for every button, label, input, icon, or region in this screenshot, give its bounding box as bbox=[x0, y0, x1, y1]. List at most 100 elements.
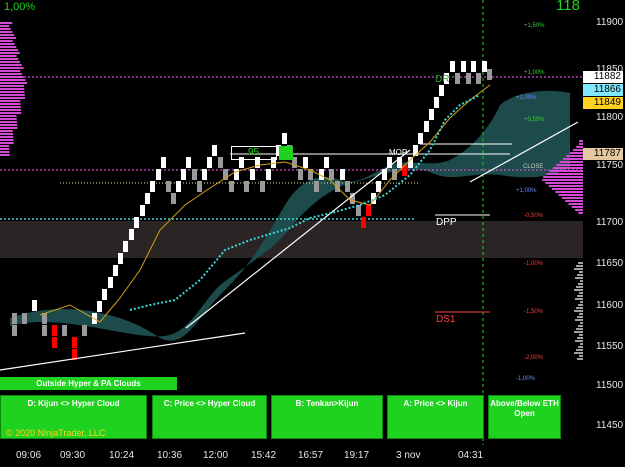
volume-profile-bar bbox=[0, 151, 10, 153]
brick-up bbox=[418, 133, 423, 144]
brick-up bbox=[250, 169, 255, 180]
time-tick: 16:57 bbox=[298, 450, 324, 461]
volume-profile-bar bbox=[561, 197, 583, 199]
time-tick: 09:06 bbox=[16, 450, 42, 461]
brick-up bbox=[202, 169, 207, 180]
volume-profile-bar bbox=[0, 112, 22, 114]
volume-profile-bar bbox=[579, 355, 583, 357]
brick-up bbox=[181, 169, 186, 180]
pct-label: +1,00% bbox=[516, 188, 537, 194]
volume-profile-bar bbox=[0, 139, 14, 141]
brick-up bbox=[376, 181, 381, 192]
volume-profile-bar bbox=[575, 298, 583, 300]
close-level-label: CLOSE bbox=[523, 164, 544, 170]
price-tick: 11450 bbox=[596, 420, 624, 431]
price-kijun-button[interactable]: A: Price <> Kijun bbox=[387, 395, 484, 439]
volume-profile-bar bbox=[569, 152, 583, 154]
price-hyper-cloud-button[interactable]: C: Price <> Hyper Cloud bbox=[152, 395, 267, 439]
time-tick: 19:17 bbox=[344, 450, 370, 461]
last-price-badge: 11882 bbox=[583, 71, 623, 83]
brick-neutral bbox=[12, 313, 17, 324]
volume-profile-bar bbox=[574, 268, 583, 270]
pct-label: +1,50% bbox=[524, 23, 545, 29]
volume-profile-bar bbox=[579, 143, 583, 145]
volume-profile-bar bbox=[575, 340, 583, 342]
outside-clouds-panel[interactable]: Outside Hyper & PA Clouds bbox=[0, 377, 177, 390]
price-tick: 11900 bbox=[596, 17, 624, 28]
brick-neutral bbox=[62, 325, 67, 336]
volume-profile-bar bbox=[0, 121, 17, 123]
brick-up bbox=[282, 133, 287, 144]
volume-profile-bar bbox=[580, 322, 583, 324]
volume-profile-bar bbox=[575, 209, 583, 211]
volume-profile-bar bbox=[0, 97, 25, 99]
volume-profile-bar bbox=[577, 358, 583, 360]
volume-profile-bar bbox=[571, 206, 583, 208]
volume-profile-bar bbox=[0, 142, 14, 144]
brick-up bbox=[408, 157, 413, 168]
volume-profile-bar bbox=[579, 334, 583, 336]
brick-up bbox=[324, 157, 329, 168]
volume-profile-bar bbox=[0, 70, 21, 72]
tenkan-kijun-button[interactable]: B: Tenkan>Kijun bbox=[271, 395, 383, 439]
volume-profile-bar bbox=[0, 127, 18, 129]
pct-label: -1,50% bbox=[524, 309, 544, 315]
volume-profile-bar bbox=[577, 337, 583, 339]
brick-neutral bbox=[345, 181, 350, 192]
volume-profile-bar bbox=[576, 286, 583, 288]
brick-up bbox=[129, 229, 134, 240]
eth-open-button[interactable]: Above/Below ETH Open bbox=[488, 395, 561, 439]
tenkan-line bbox=[39, 84, 491, 323]
copyright-text: © 2020 NinjaTrader, LLC bbox=[6, 428, 106, 438]
volume-profile-bar bbox=[0, 94, 25, 96]
pct-label: +2,00% bbox=[516, 95, 537, 101]
volume-profile-bar bbox=[558, 194, 583, 196]
brick-neutral bbox=[166, 181, 171, 192]
pct-label: -0,50% bbox=[524, 213, 544, 219]
tenkan-price-badge: 11849 bbox=[583, 97, 623, 109]
pct-label: +0,50% bbox=[524, 117, 545, 123]
volume-profile-bar bbox=[574, 310, 583, 312]
volume-profile-bar bbox=[543, 176, 583, 178]
volume-profile-bar bbox=[574, 352, 583, 354]
time-tick: 3 nov bbox=[396, 450, 421, 461]
price-tick: 11550 bbox=[596, 341, 624, 352]
brick-up bbox=[434, 97, 439, 108]
kijun-price-badge: 11866 bbox=[583, 84, 623, 96]
brick-neutral bbox=[260, 181, 265, 192]
volume-profile-bar bbox=[0, 67, 24, 69]
brick-neutral bbox=[392, 169, 397, 180]
brick-down bbox=[72, 337, 77, 348]
brick-up bbox=[156, 169, 161, 180]
volume-profile-bar bbox=[0, 145, 9, 147]
brick-neutral bbox=[298, 169, 303, 180]
volume-profile-bar bbox=[578, 325, 583, 327]
volume-profile-bar bbox=[559, 161, 583, 163]
volume-profile-bar bbox=[0, 22, 13, 24]
volume-profile-bar bbox=[0, 154, 10, 156]
volume-profile-bar bbox=[0, 64, 22, 66]
time-tick: 10:24 bbox=[109, 450, 135, 461]
volume-profile-bar bbox=[555, 191, 583, 193]
volume-profile-bar bbox=[0, 28, 11, 30]
volume-profile-bar bbox=[574, 331, 583, 333]
brick-neutral bbox=[42, 313, 47, 324]
brick-up bbox=[212, 145, 217, 156]
brick-neutral bbox=[12, 325, 17, 336]
brick-neutral bbox=[82, 325, 87, 336]
volume-profile-bar bbox=[566, 155, 583, 157]
volume-profile-bar bbox=[542, 179, 583, 181]
volume-profile-bar bbox=[549, 170, 583, 172]
volume-profile-bar bbox=[0, 37, 16, 39]
brick-up bbox=[340, 169, 345, 180]
dr-level-label: DR bbox=[435, 74, 450, 85]
pct-label: -2,00% bbox=[524, 355, 544, 361]
volume-profile-bar bbox=[0, 103, 21, 105]
volume-profile-bar bbox=[0, 73, 22, 75]
volume-profile-bar bbox=[0, 85, 24, 87]
brick-neutral bbox=[197, 181, 202, 192]
volume-profile-bar bbox=[0, 34, 15, 36]
volume-profile-bar bbox=[556, 164, 583, 166]
volume-profile-bar bbox=[0, 49, 18, 51]
brick-neutral bbox=[455, 73, 460, 84]
